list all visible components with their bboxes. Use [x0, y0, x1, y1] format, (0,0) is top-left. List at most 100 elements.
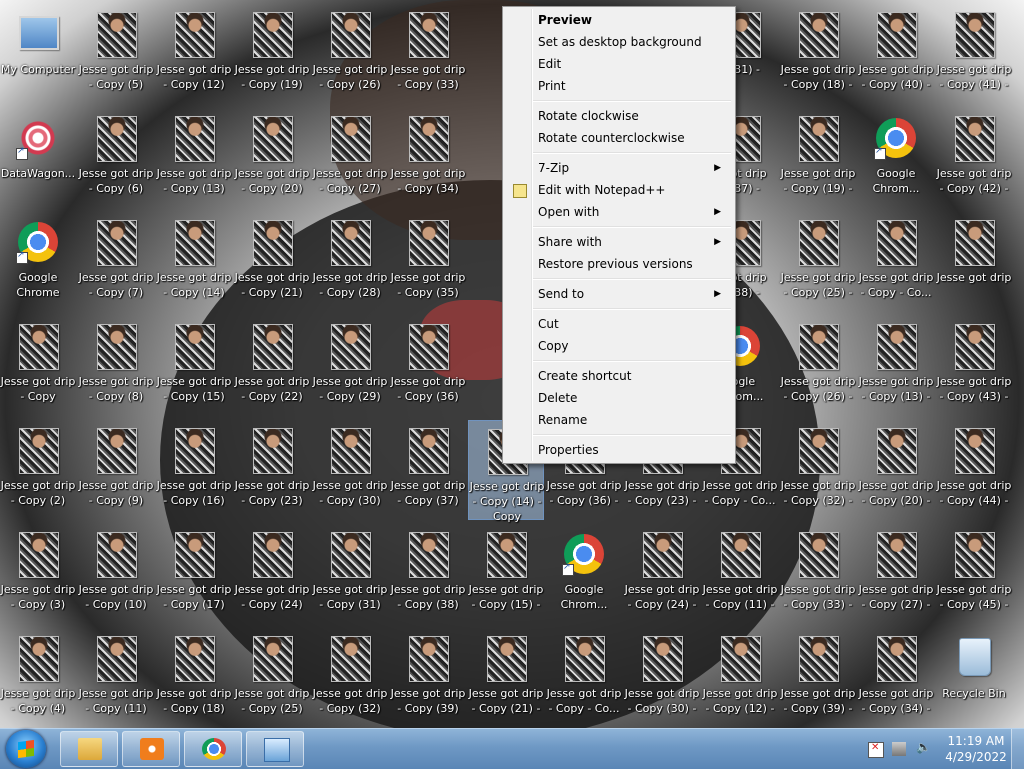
menu-item-7-zip[interactable]: 7-Zip ▶: [505, 157, 731, 179]
desktop-icon[interactable]: Jesse got drip - Copy (27): [312, 108, 388, 200]
desktop-icon[interactable]: Jesse got drip: [936, 212, 1012, 304]
desktop-icon[interactable]: Jesse got drip - Copy (15): [156, 316, 232, 408]
desktop-icon[interactable]: Jesse got drip - Copy (22): [234, 316, 310, 408]
menu-item-edit-with-notepad[interactable]: Edit with Notepad++: [505, 179, 731, 201]
desktop-icon[interactable]: Jesse got drip - Copy (12): [156, 4, 232, 96]
desktop-icon[interactable]: Jesse got drip - Copy (36): [390, 316, 466, 408]
menu-item-rotate-clockwise[interactable]: Rotate clockwise: [505, 105, 731, 127]
desktop-icon[interactable]: Jesse got drip - Copy (10): [78, 524, 154, 616]
menu-item-restore-previous-versions[interactable]: Restore previous versions: [505, 253, 731, 275]
desktop-icon[interactable]: Jesse got drip - Copy (18) -: [780, 4, 856, 96]
show-desktop-button[interactable]: [1011, 729, 1024, 769]
desktop-icon[interactable]: Jesse got drip - Copy (14): [156, 212, 232, 304]
menu-item-edit[interactable]: Edit: [505, 53, 731, 75]
desktop-icon[interactable]: Jesse got drip - Copy (31): [312, 524, 388, 616]
start-button[interactable]: [6, 730, 46, 768]
desktop-icon[interactable]: Jesse got drip - Copy - Co...: [546, 628, 622, 720]
desktop-icon[interactable]: Jesse got drip - Copy (8): [78, 316, 154, 408]
menu-item-open-with[interactable]: Open with ▶: [505, 201, 731, 223]
menu-item-preview[interactable]: Preview: [505, 9, 731, 31]
desktop-icon[interactable]: Jesse got drip - Copy (17): [156, 524, 232, 616]
desktop-icon[interactable]: Jesse got drip - Copy (24): [234, 524, 310, 616]
desktop-icon[interactable]: Jesse got drip - Copy (41) -: [936, 4, 1012, 96]
menu-item-copy[interactable]: Copy: [505, 335, 731, 357]
desktop-icon[interactable]: Jesse got drip - Copy (29): [312, 316, 388, 408]
menu-item-label: Print: [538, 79, 566, 93]
menu-item-properties[interactable]: Properties: [505, 439, 731, 461]
desktop-icon[interactable]: Jesse got drip - Copy (23): [234, 420, 310, 512]
desktop-icon[interactable]: Jesse got drip - Copy (18): [156, 628, 232, 720]
desktop-icon[interactable]: Jesse got drip - Copy (32) -: [780, 420, 856, 512]
desktop-icon[interactable]: Google Chrom...: [858, 108, 934, 200]
taskbar-media-player-button[interactable]: [122, 731, 180, 767]
desktop-icon[interactable]: Jesse got drip - Copy (34) -: [858, 628, 934, 720]
desktop-icon[interactable]: Google Chrom...: [546, 524, 622, 616]
desktop-icon[interactable]: Jesse got drip - Copy (40) -: [858, 4, 934, 96]
desktop-icon[interactable]: Jesse got drip - Copy (7): [78, 212, 154, 304]
desktop-icon[interactable]: Jesse got drip - Copy (43) -: [936, 316, 1012, 408]
desktop-icon[interactable]: Jesse got drip - Copy (12) -: [702, 628, 778, 720]
menu-item-create-shortcut[interactable]: Create shortcut: [505, 365, 731, 387]
desktop-icon[interactable]: DataWagon...: [0, 108, 76, 200]
desktop-icon[interactable]: Jesse got drip - Copy (38): [390, 524, 466, 616]
desktop-icon[interactable]: Jesse got drip - Copy (32): [312, 628, 388, 720]
desktop-icon[interactable]: Jesse got drip - Copy (39) -: [780, 628, 856, 720]
network-icon[interactable]: [892, 742, 906, 756]
taskbar-explorer-button[interactable]: [60, 731, 118, 767]
menu-item-set-as-desktop-background[interactable]: Set as desktop background: [505, 31, 731, 53]
desktop-icon[interactable]: Jesse got drip - Copy (6): [78, 108, 154, 200]
desktop-icon[interactable]: Jesse got drip - Copy (37): [390, 420, 466, 512]
taskbar-chrome-button[interactable]: [184, 731, 242, 767]
action-center-flag-icon[interactable]: [868, 742, 884, 758]
desktop-icon[interactable]: My Computer: [0, 4, 76, 96]
desktop-icon[interactable]: Jesse got drip - Copy (25): [234, 628, 310, 720]
desktop-icon[interactable]: Jesse got drip - Copy (25) -: [780, 212, 856, 304]
desktop-icon[interactable]: Jesse got drip - Copy (28): [312, 212, 388, 304]
desktop-icon[interactable]: Jesse got drip - Copy (24) -: [624, 524, 700, 616]
desktop-icon[interactable]: Google Chrome: [0, 212, 76, 304]
desktop-icon[interactable]: Jesse got drip - Copy (13): [156, 108, 232, 200]
desktop-icon[interactable]: Recycle Bin: [936, 628, 1012, 720]
desktop-icon[interactable]: Jesse got drip - Copy (19) -: [780, 108, 856, 200]
desktop-icon[interactable]: Jesse got drip - Copy (11) -: [702, 524, 778, 616]
desktop-icon[interactable]: Jesse got drip - Copy (15) -: [468, 524, 544, 616]
desktop-icon[interactable]: Jesse got drip - Copy (39): [390, 628, 466, 720]
desktop-icon[interactable]: Jesse got drip - Copy (21) -: [468, 628, 544, 720]
desktop-icon[interactable]: Jesse got drip - Copy (27) -: [858, 524, 934, 616]
menu-item-rename[interactable]: Rename: [505, 409, 731, 431]
desktop-icon[interactable]: Jesse got drip - Copy (30): [312, 420, 388, 512]
desktop-icon[interactable]: Jesse got drip - Copy (19): [234, 4, 310, 96]
menu-item-print[interactable]: Print: [505, 75, 731, 97]
desktop-icon[interactable]: Jesse got drip - Copy (26) -: [780, 316, 856, 408]
desktop-icon[interactable]: Jesse got drip - Copy (44) -: [936, 420, 1012, 512]
desktop-icon[interactable]: Jesse got drip - Copy (33) -: [780, 524, 856, 616]
desktop-icon[interactable]: Jesse got drip - Copy (16): [156, 420, 232, 512]
desktop-icon[interactable]: Jesse got drip - Copy (30) -: [624, 628, 700, 720]
menu-item-rotate-counterclockwise[interactable]: Rotate counterclockwise: [505, 127, 731, 149]
menu-item-delete[interactable]: Delete: [505, 387, 731, 409]
menu-item-share-with[interactable]: Share with ▶: [505, 231, 731, 253]
desktop-icon[interactable]: Jesse got drip - Copy (13) -: [858, 316, 934, 408]
desktop-icon[interactable]: Jesse got drip - Copy (2): [0, 420, 76, 512]
desktop-icon[interactable]: Jesse got drip - Copy (3): [0, 524, 76, 616]
desktop-icon[interactable]: Jesse got drip - Copy (42) -: [936, 108, 1012, 200]
volume-icon[interactable]: [916, 740, 931, 756]
desktop-icon[interactable]: Jesse got drip - Copy: [0, 316, 76, 408]
desktop-icon[interactable]: Jesse got drip - Copy (34): [390, 108, 466, 200]
menu-item-cut[interactable]: Cut: [505, 313, 731, 335]
taskbar-control-panel-button[interactable]: [246, 731, 304, 767]
desktop-icon[interactable]: Jesse got drip - Copy (20): [234, 108, 310, 200]
desktop-icon[interactable]: Jesse got drip - Copy (11): [78, 628, 154, 720]
menu-item-send-to[interactable]: Send to ▶: [505, 283, 731, 305]
clock[interactable]: 11:19 AM 4/29/2022: [944, 733, 1008, 765]
desktop-icon[interactable]: Jesse got drip - Copy (26): [312, 4, 388, 96]
desktop-icon[interactable]: Jesse got drip - Copy (9): [78, 420, 154, 512]
desktop-icon[interactable]: Jesse got drip - Copy (45) -: [936, 524, 1012, 616]
desktop-icon[interactable]: Jesse got drip - Copy (33): [390, 4, 466, 96]
desktop-icon[interactable]: Jesse got drip - Copy (5): [78, 4, 154, 96]
desktop-icon[interactable]: Jesse got drip - Copy (4): [0, 628, 76, 720]
desktop-icon[interactable]: Jesse got drip - Copy - Co...: [858, 212, 934, 304]
desktop-icon[interactable]: Jesse got drip - Copy (20) -: [858, 420, 934, 512]
desktop-icon[interactable]: Jesse got drip - Copy (35): [390, 212, 466, 304]
desktop-icon[interactable]: Jesse got drip - Copy (21): [234, 212, 310, 304]
